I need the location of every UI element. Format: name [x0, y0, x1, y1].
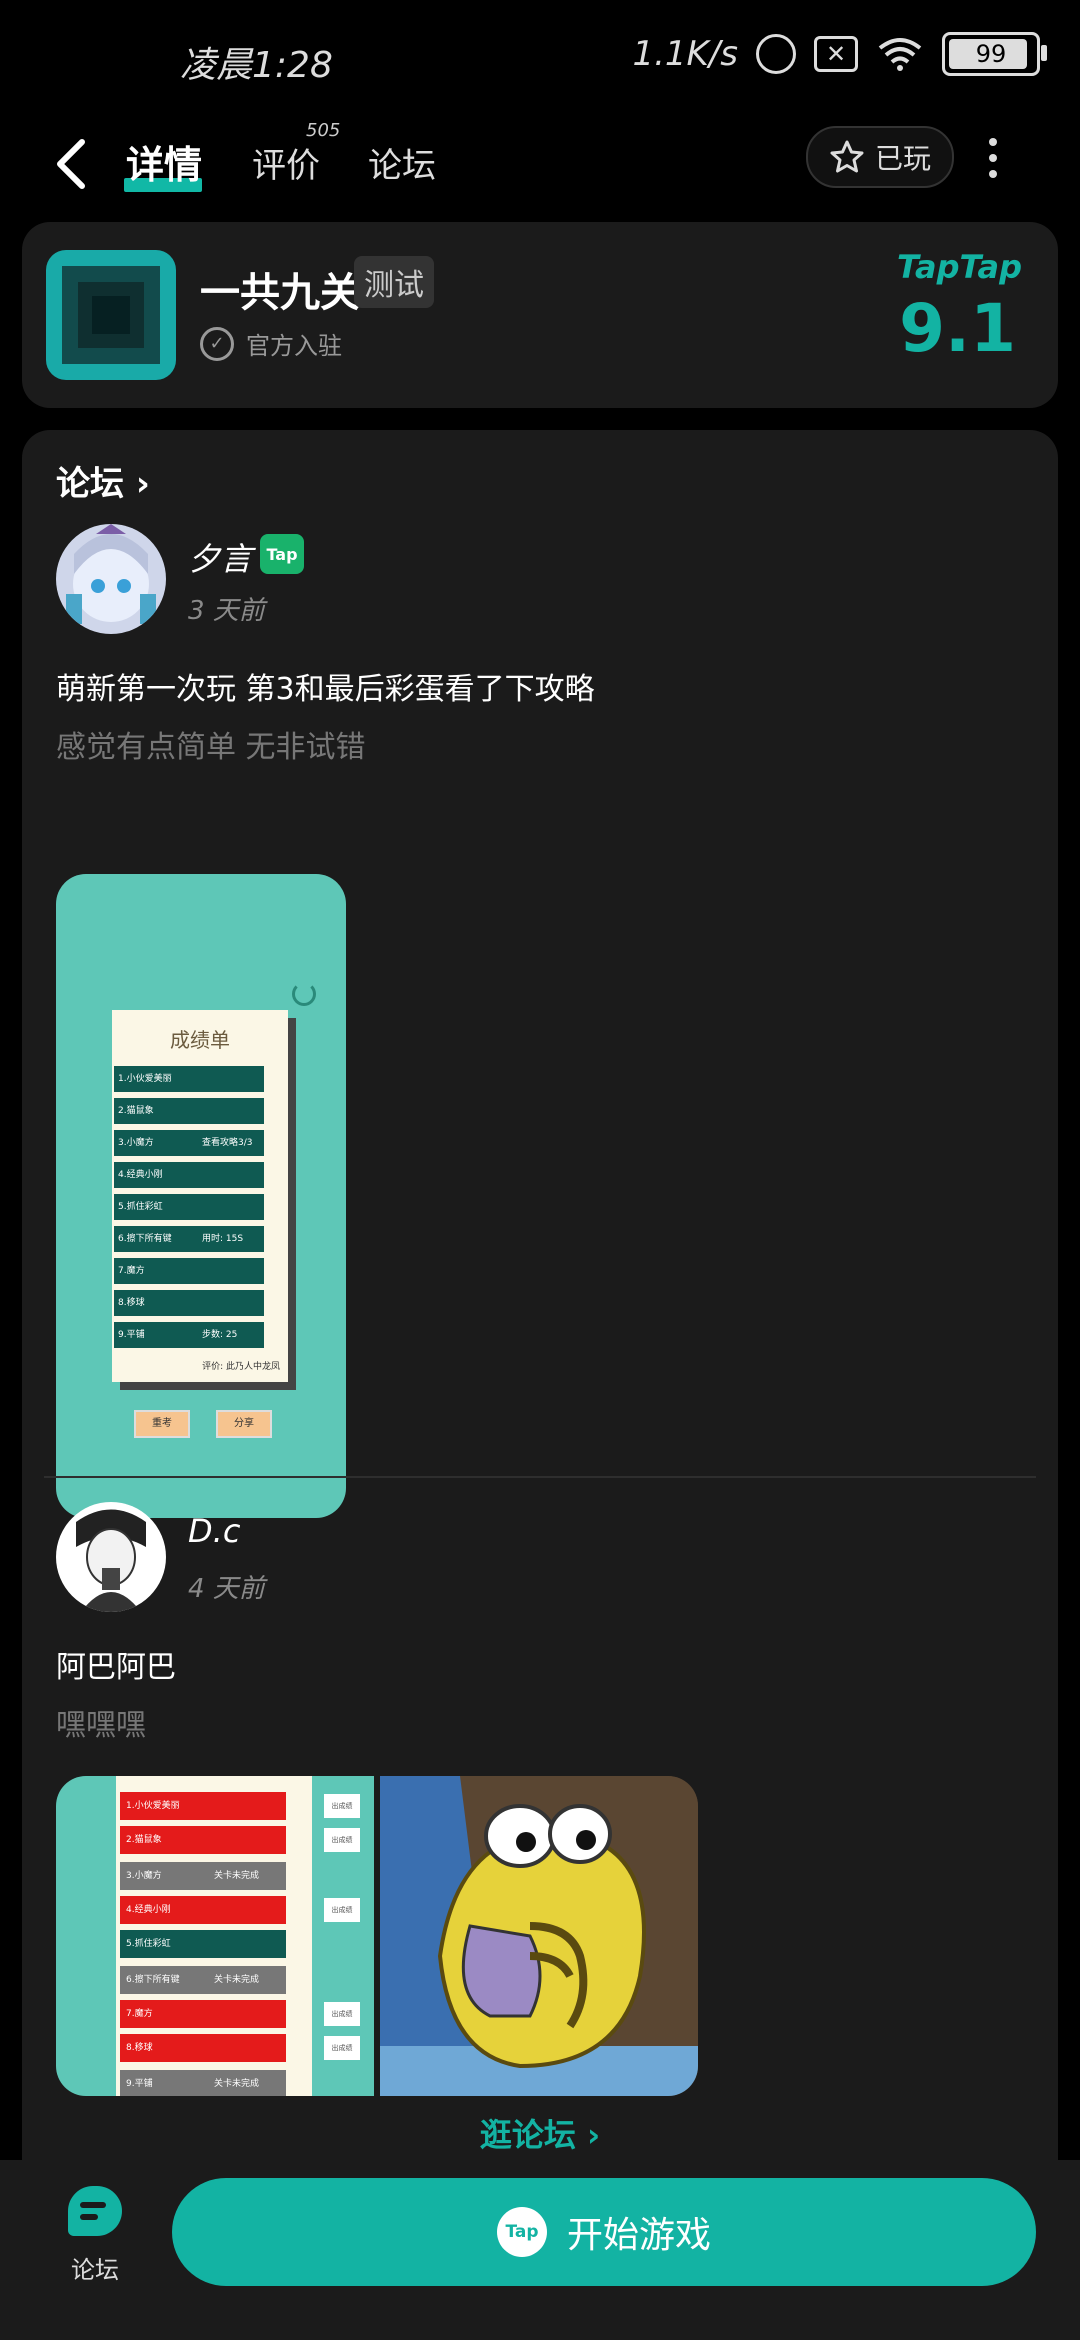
- mini-button: 出成绩: [324, 1828, 360, 1852]
- report-row: 3.小魔方 关卡未完成: [120, 1862, 286, 1890]
- avatar[interactable]: [56, 524, 166, 634]
- mini-button: 出成绩: [324, 1794, 360, 1818]
- post-image[interactable]: 1.小伙爱美丽 2.猫鼠象 3.小魔方 关卡未完成 4.经典小刚 5.抓住彩虹 6…: [56, 1776, 374, 2096]
- report-card: 成绩单 1.小伙爱美丽 2.猫鼠象 3.小魔方 查看攻略3/3 4.经典小刚 5.…: [112, 1010, 288, 1382]
- report-row: 6.擦下所有键 关卡未完成: [120, 1966, 286, 1994]
- report-row: 5.抓住彩虹: [114, 1194, 264, 1220]
- report-row: 8.移球: [114, 1290, 264, 1316]
- bottom-action-bar: 论坛 Tap 开始游戏: [0, 2160, 1080, 2340]
- report-rating: 评价: 此乃人中龙凤: [202, 1362, 280, 1372]
- post-time: 3 天前: [188, 596, 265, 626]
- played-label: 已玩: [874, 142, 931, 175]
- game-score: 9.1: [899, 290, 1016, 367]
- tab-forum[interactable]: 论坛: [368, 138, 436, 187]
- forum-header-link[interactable]: 论坛 ›: [56, 456, 150, 505]
- tab-reviews[interactable]: 评价: [252, 138, 320, 187]
- report-row: 8.移球: [120, 2034, 286, 2062]
- report-row: 1.小伙爱美丽: [120, 1792, 286, 1820]
- status-bar: 凌晨1:28 1.1K/s ✕ 99: [0, 0, 1080, 120]
- browse-forum-label: 逛论坛: [479, 2116, 576, 2154]
- wifi-icon: [878, 38, 922, 71]
- forum-shortcut-button[interactable]: 论坛: [60, 2186, 130, 2285]
- report-row: 9.平铺 步数: 25: [114, 1322, 264, 1348]
- forum-section: 论坛 › 夕言 Tap 3 天前 萌新第一次玩 第3和最后彩蛋看了下攻略 感觉有…: [22, 430, 1058, 2190]
- chevron-right-icon: ›: [135, 464, 150, 504]
- browse-forum-link[interactable]: 逛论坛 ›: [22, 2110, 1058, 2156]
- retake-button-image: 重考: [134, 1410, 190, 1438]
- share-button-image: 分享: [216, 1410, 272, 1438]
- sim-off-icon: ✕: [814, 36, 858, 72]
- post-subtitle: 嘿嘿嘿: [56, 1708, 146, 1743]
- report-row: 2.猫鼠象: [114, 1098, 264, 1124]
- start-game-label: 开始游戏: [566, 2215, 711, 2256]
- start-game-button[interactable]: Tap 开始游戏: [172, 2178, 1036, 2286]
- status-time: 凌晨1:28: [180, 45, 333, 86]
- report-row: 6.擦下所有键 用时: 15S: [114, 1226, 264, 1252]
- check-icon: ✓: [200, 326, 234, 361]
- avatar[interactable]: [56, 1502, 166, 1612]
- more-menu-icon[interactable]: [988, 138, 998, 178]
- battery-icon: 99: [942, 32, 1047, 76]
- game-title: 一共九关: [200, 270, 360, 316]
- report-row: 3.小魔方 查看攻略3/3: [114, 1130, 264, 1156]
- report-card: 1.小伙爱美丽 2.猫鼠象 3.小魔方 关卡未完成 4.经典小刚 5.抓住彩虹 6…: [116, 1776, 312, 2096]
- tap-badge: Tap: [260, 534, 304, 574]
- post-divider: [44, 1476, 1036, 1478]
- report-row: 1.小伙爱美丽: [114, 1066, 264, 1092]
- taptap-logo-icon: Tap: [496, 2207, 547, 2257]
- forum-chat-icon: [68, 2186, 122, 2236]
- mini-button: 出成绩: [324, 1898, 360, 1922]
- star-icon: [830, 140, 864, 173]
- alarm-icon: [756, 34, 796, 74]
- official-label: ✓ 官方入驻: [200, 326, 342, 361]
- top-nav: 详情 评价 505 论坛 已玩: [0, 120, 1080, 220]
- report-row: 4.经典小刚: [120, 1896, 286, 1924]
- game-app-icon: [46, 250, 176, 380]
- report-title: 成绩单: [170, 1028, 230, 1052]
- report-row: 7.魔方: [114, 1258, 264, 1284]
- mini-button: 出成绩: [324, 2036, 360, 2060]
- report-row: 7.魔方: [120, 2000, 286, 2028]
- post-image[interactable]: 成绩单 1.小伙爱美丽 2.猫鼠象 3.小魔方 查看攻略3/3 4.经典小刚 5.…: [56, 874, 346, 1518]
- post-time: 4 天前: [188, 1574, 265, 1604]
- post-subtitle: 感觉有点简单 无非试错: [56, 730, 366, 765]
- forum-header-label: 论坛: [56, 464, 124, 504]
- status-icons: 1.1K/s ✕ 99: [632, 32, 1047, 76]
- report-row: 2.猫鼠象: [120, 1826, 286, 1854]
- report-row: 4.经典小刚: [114, 1162, 264, 1188]
- report-row: 9.平铺 关卡未完成: [120, 2070, 286, 2096]
- back-arrow-icon[interactable]: [52, 134, 92, 194]
- net-speed: 1.1K/s: [632, 34, 738, 74]
- forum-shortcut-label: 论坛: [71, 2256, 119, 2284]
- battery-level: 99: [975, 40, 1007, 68]
- official-text: 官方入驻: [246, 332, 342, 360]
- test-tag: 测试: [354, 256, 434, 308]
- post-title: 阿巴阿巴: [56, 1650, 176, 1685]
- reviews-count: 505: [306, 120, 341, 141]
- game-header-card: 一共九关 测试 ✓ 官方入驻 TapTap 9.1: [22, 222, 1058, 408]
- post-author[interactable]: D.c: [188, 1512, 240, 1550]
- post-title: 萌新第一次玩 第3和最后彩蛋看了下攻略: [56, 672, 595, 707]
- mini-button: 出成绩: [324, 2002, 360, 2026]
- meme-illustration: [380, 1776, 698, 2096]
- taptap-brand: TapTap: [896, 248, 1022, 286]
- post-author[interactable]: 夕言: [188, 534, 252, 580]
- post-image-meme[interactable]: [380, 1776, 698, 2096]
- chevron-right-icon: ›: [586, 2116, 601, 2154]
- played-button[interactable]: 已玩: [806, 126, 954, 188]
- tab-details[interactable]: 详情: [126, 134, 202, 189]
- refresh-icon: [292, 982, 316, 1006]
- report-row: 5.抓住彩虹: [120, 1930, 286, 1958]
